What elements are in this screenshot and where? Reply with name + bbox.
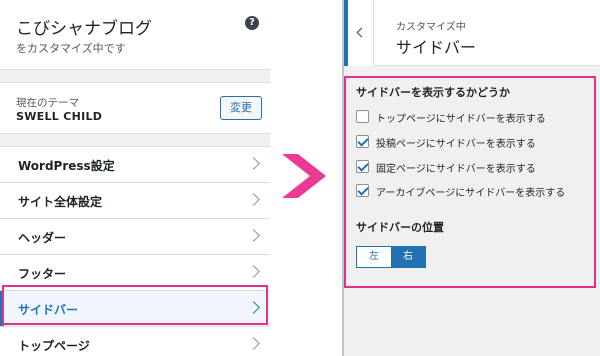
position-left-button[interactable]: 左 <box>357 247 391 267</box>
checkbox[interactable] <box>356 135 369 148</box>
menu-item-label: WordPress設定 <box>18 159 115 173</box>
menu-item-sidebar[interactable]: サイドバー <box>0 290 270 327</box>
site-title: こびシャナブログ <box>16 19 152 39</box>
menu-item-label: ヘッダー <box>18 231 67 245</box>
menu-item-label: サイドバー <box>18 303 79 317</box>
site-header: こびシャナブログ をカスタマイズ中です ? <box>0 0 270 70</box>
chevron-right-icon <box>247 337 260 350</box>
customizer-menu: WordPress設定 サイト全体設定 ヘッダー フッター サイドバー トップペ… <box>0 146 270 356</box>
menu-item-wordpress-settings[interactable]: WordPress設定 <box>0 146 270 182</box>
chevron-right-icon <box>247 157 260 170</box>
checkbox[interactable] <box>356 160 369 173</box>
panel-title: サイドバー <box>396 38 477 57</box>
change-theme-button[interactable]: 変更 <box>220 96 262 120</box>
chevron-left-icon <box>356 27 367 38</box>
help-icon[interactable]: ? <box>245 16 259 30</box>
back-button[interactable] <box>344 0 374 66</box>
sidebar-settings-panel: カスタマイズ中 サイドバー <box>342 0 600 356</box>
checkbox-label: トップページにサイドバーを表示する <box>376 114 546 125</box>
chevron-right-icon <box>247 229 260 242</box>
theme-name: SWELL CHILD <box>16 110 103 123</box>
current-theme-box: 現在のテーマ SWELL CHILD 変更 <box>0 82 270 134</box>
site-subtitle: をカスタマイズ中です <box>16 42 126 55</box>
customizer-main-panel: こびシャナブログ をカスタマイズ中です ? 現在のテーマ SWELL CHILD… <box>0 0 270 356</box>
position-right-button[interactable]: 右 <box>391 247 425 267</box>
panel-subtitle: カスタマイズ中 <box>396 22 466 33</box>
menu-item-header[interactable]: ヘッダー <box>0 218 270 254</box>
sidebar-position-toggle: 左 右 <box>356 246 426 268</box>
menu-item-site-settings[interactable]: サイト全体設定 <box>0 182 270 218</box>
checkbox-label: 投稿ページにサイドバーを表示する <box>376 139 536 150</box>
sidebar-position-heading: サイドバーの位置 <box>356 221 444 234</box>
panel-header: カスタマイズ中 サイドバー <box>344 0 600 66</box>
checkbox-label: アーカイブページにサイドバーを表示する <box>376 188 566 199</box>
chevron-right-icon <box>247 193 260 206</box>
chevron-right-icon <box>247 301 260 314</box>
show-sidebar-heading: サイドバーを表示するかどうか <box>356 86 510 99</box>
menu-item-label: サイト全体設定 <box>18 195 103 209</box>
theme-label: 現在のテーマ <box>16 97 79 109</box>
chevron-right-icon <box>247 265 260 278</box>
menu-item-footer[interactable]: フッター <box>0 254 270 290</box>
checkbox-label: 固定ページにサイドバーを表示する <box>376 164 536 175</box>
menu-item-top-page[interactable]: トップページ <box>0 326 270 356</box>
menu-item-label: トップページ <box>18 339 90 353</box>
arrow-right-icon <box>282 154 326 198</box>
checkbox[interactable] <box>356 184 369 197</box>
menu-item-label: フッター <box>18 267 67 281</box>
checkbox[interactable] <box>356 110 369 123</box>
